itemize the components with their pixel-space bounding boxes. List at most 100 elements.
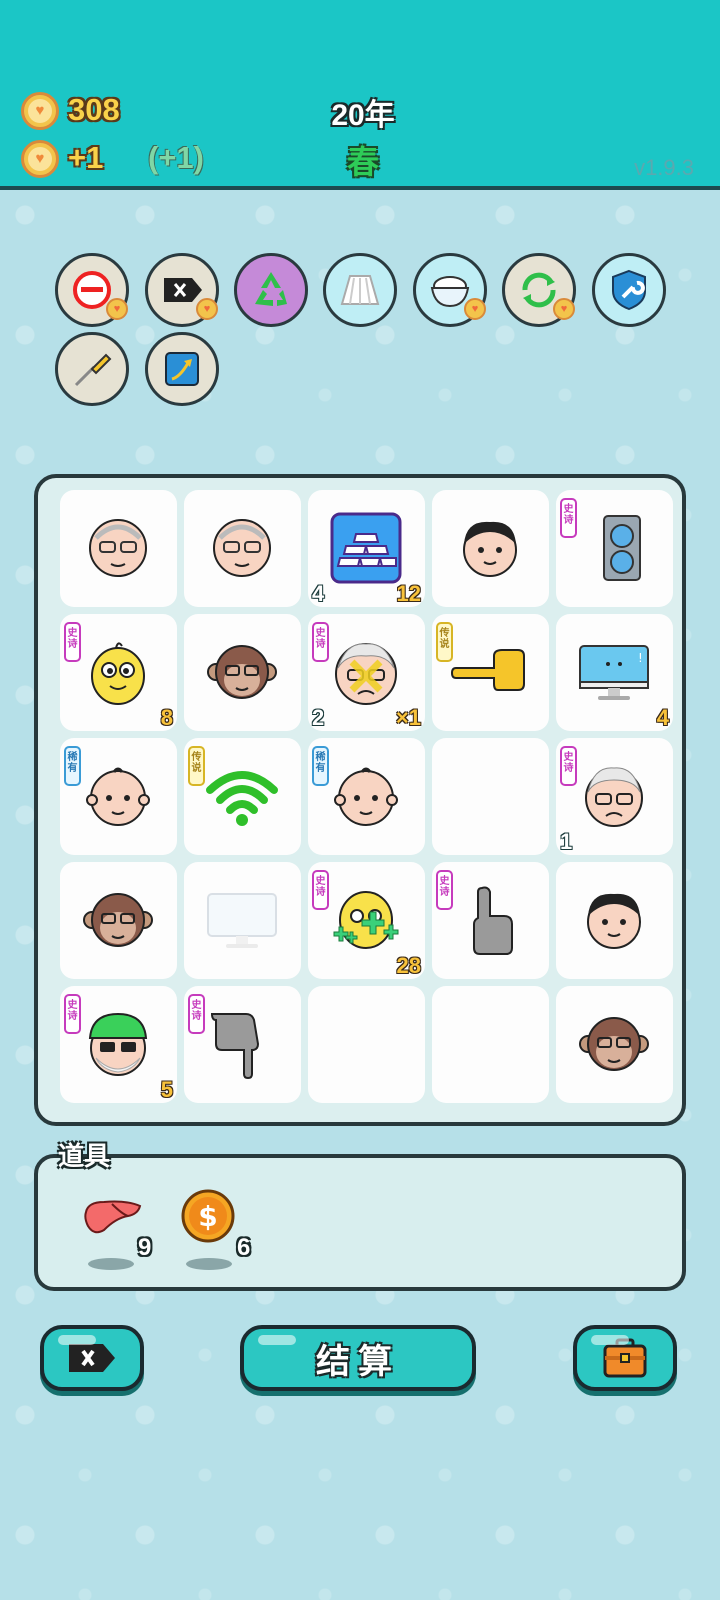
settle-button-label: 结算 xyxy=(316,1342,400,1381)
grandpa-sad-icon xyxy=(585,767,643,827)
rarity-tag-epic: 史诗 xyxy=(560,746,577,786)
screwdriver-icon xyxy=(74,353,112,387)
recycle-tool-button[interactable] xyxy=(234,253,308,327)
board-slot[interactable]: 传说 xyxy=(184,738,301,855)
board-slot[interactable]: 史诗 1 xyxy=(556,738,673,855)
faded-monitor-icon xyxy=(207,893,277,948)
board-slot[interactable]: 稀有 xyxy=(308,738,425,855)
board-slot[interactable]: 传说 xyxy=(432,614,549,731)
monkey-glasses-icon xyxy=(83,893,153,947)
bald-man-icon xyxy=(334,767,398,826)
slot-value: 5 xyxy=(160,1077,173,1102)
slot-value: 28 xyxy=(396,953,421,978)
recycle-icon xyxy=(255,272,287,306)
board-slot[interactable] xyxy=(184,614,301,731)
year-label: 20年 xyxy=(331,99,395,132)
rarity-tag-rare: 稀有 xyxy=(312,746,329,786)
board-slot[interactable]: 史诗 2 ×1 xyxy=(308,614,425,731)
old-man-glasses-icon xyxy=(89,519,147,577)
board-slot[interactable]: 史诗 xyxy=(432,862,549,979)
screwdriver-tool-button[interactable] xyxy=(55,332,129,406)
dollar-coin-icon[interactable]: $ xyxy=(180,1188,236,1244)
old-man-glasses-icon xyxy=(213,519,271,577)
slot-board: 4 12 史诗 史诗 8 史诗 2 ×1 传说! 4 稀有 传说 稀有 史诗 1 史诗 28 史诗 史诗 5 史诗 xyxy=(34,474,686,1126)
gold-bars-icon xyxy=(330,512,402,584)
button-shine xyxy=(258,1335,296,1345)
board-slot[interactable] xyxy=(184,490,301,607)
empty-slot[interactable] xyxy=(308,986,425,1103)
rarity-tag-epic: 史诗 xyxy=(64,622,81,662)
button-shine xyxy=(58,1335,96,1345)
empty-slot[interactable] xyxy=(432,986,549,1103)
liver-count: 9 xyxy=(138,1234,152,1261)
shield-tool-button[interactable] xyxy=(592,253,666,327)
monkey-glasses-icon xyxy=(207,645,277,699)
items-panel: 9 $ 6 xyxy=(34,1154,686,1291)
board-slot[interactable] xyxy=(556,862,673,979)
season-label: 春 xyxy=(346,144,379,180)
slot-value: ×1 xyxy=(395,705,421,730)
slot-value: 8 xyxy=(160,705,173,730)
rarity-tag-epic: 史诗 xyxy=(312,622,329,662)
board-slot[interactable]: 稀有 xyxy=(60,738,177,855)
inventory-button[interactable] xyxy=(573,1325,677,1391)
coin-count: 308 xyxy=(68,92,120,127)
version-label: v1.9.3 xyxy=(634,155,694,180)
item-shadow xyxy=(186,1258,232,1270)
items-section-title: 道具 xyxy=(58,1141,111,1171)
rarity-tag-epic: 史诗 xyxy=(188,994,205,1034)
rarity-tag-rare: 稀有 xyxy=(64,746,81,786)
young-man-icon xyxy=(587,893,641,949)
delete-button[interactable] xyxy=(40,1325,144,1391)
rice-bowl-tool-button[interactable]: ♥ xyxy=(413,253,487,327)
coin-item-count: 6 xyxy=(237,1234,251,1261)
yellow-bird-icon xyxy=(91,642,145,705)
board-slot[interactable]: 史诗 xyxy=(184,986,301,1103)
board-slot[interactable] xyxy=(556,986,673,1103)
coin-badge-icon: ♥ xyxy=(553,298,575,320)
rarity-tag-epic: 史诗 xyxy=(560,498,577,538)
coin-badge-icon: ♥ xyxy=(196,298,218,320)
yellow-bird-healing-icon xyxy=(333,891,399,949)
pointing-up-hand-icon xyxy=(473,886,513,955)
empty-slot[interactable] xyxy=(432,738,549,855)
board-slot[interactable] xyxy=(184,862,301,979)
upgrade-tool-button[interactable] xyxy=(145,332,219,406)
skirt-tool-button[interactable] xyxy=(323,253,397,327)
delete-tool-button[interactable]: ♥ xyxy=(145,253,219,327)
liver-icon[interactable] xyxy=(82,1196,144,1240)
yellow-pointing-hand-icon xyxy=(450,649,525,691)
income-coin-icon: ♥ xyxy=(21,140,59,178)
coin-badge-icon: ♥ xyxy=(464,298,486,320)
svg-text:!: ! xyxy=(638,651,643,665)
svg-text:$: $ xyxy=(198,1200,217,1233)
board-slot[interactable]: 史诗 xyxy=(556,490,673,607)
item-shadow xyxy=(88,1258,134,1270)
settle-button[interactable]: 结算 xyxy=(240,1325,476,1391)
slot-value: 4 xyxy=(656,705,669,730)
board-slot[interactable]: 史诗 5 xyxy=(60,986,177,1103)
income-bonus: (+1) xyxy=(148,140,204,175)
grandpa-angry-icon xyxy=(335,643,397,705)
coin-icon: ♥ xyxy=(21,92,59,130)
shield-wrench-icon xyxy=(612,269,646,311)
button-shine xyxy=(591,1335,629,1345)
rarity-tag-epic: 史诗 xyxy=(64,994,81,1034)
refresh-tool-button[interactable]: ♥ xyxy=(502,253,576,327)
young-man-icon xyxy=(463,521,517,577)
coin-badge-icon: ♥ xyxy=(106,298,128,320)
board-slot[interactable] xyxy=(60,490,177,607)
board-slot[interactable]: ! 4 xyxy=(556,614,673,731)
board-slot[interactable] xyxy=(432,490,549,607)
rarity-tag-legend: 传说 xyxy=(436,622,453,662)
board-slot[interactable]: 4 12 xyxy=(308,490,425,607)
graphics-card-icon xyxy=(603,515,641,581)
income-value: +1 xyxy=(68,140,104,175)
board-slot[interactable]: 史诗 28 xyxy=(308,862,425,979)
board-slot[interactable]: 史诗 8 xyxy=(60,614,177,731)
pointing-down-hand-icon xyxy=(210,1013,260,1080)
rarity-tag-epic: 史诗 xyxy=(436,870,453,910)
remove-tool-button[interactable]: ♥ xyxy=(55,253,129,327)
board-slot[interactable] xyxy=(60,862,177,979)
rarity-tag-epic: 史诗 xyxy=(312,870,329,910)
